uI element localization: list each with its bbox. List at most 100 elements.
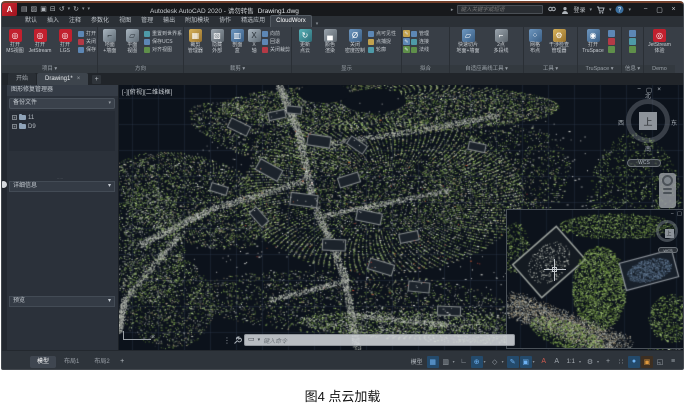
- restore-button[interactable]: ▢: [653, 4, 666, 15]
- truspace-follow-icon[interactable]: [608, 46, 615, 53]
- polar-tracking-toggle[interactable]: ⊕: [471, 356, 483, 368]
- viewport-close-icon[interactable]: ×: [657, 86, 661, 94]
- command-line-bar[interactable]: ⋮ ▭ ▾ 键入命令: [223, 333, 515, 347]
- ortho-mode-toggle[interactable]: ∟: [458, 356, 470, 368]
- command-history-icon[interactable]: ▭: [248, 335, 255, 345]
- workspace-switching-button[interactable]: ⚙: [584, 356, 596, 368]
- panel-label-tools[interactable]: 工具 ▾: [524, 65, 577, 73]
- clean-screen-button[interactable]: ◱: [654, 356, 666, 368]
- redo-dropdown-icon[interactable]: ▾: [82, 3, 85, 16]
- panel-label-clip[interactable]: 裁剪 ▾: [184, 65, 291, 73]
- panel-label-display[interactable]: 显示: [292, 65, 401, 73]
- help-icon[interactable]: ?: [615, 5, 624, 14]
- contour-button[interactable]: 轮廓: [368, 46, 396, 53]
- viewcube-west[interactable]: 西: [618, 118, 624, 127]
- search-input[interactable]: [457, 5, 543, 14]
- wcs-dropdown[interactable]: WCS: [627, 159, 661, 167]
- info-about-icon[interactable]: [629, 30, 636, 37]
- annotation-autoscale-toggle[interactable]: A: [551, 356, 563, 368]
- file-tab-drawing1[interactable]: Drawing1*×: [37, 73, 88, 85]
- quick-slice-button[interactable]: ▱快速切片 地面+墙面: [451, 29, 485, 54]
- scale-dropdown-icon[interactable]: ▾: [579, 359, 583, 364]
- workspace-dropdown-icon[interactable]: ▾: [597, 359, 601, 364]
- panel-label-fit[interactable]: 拟合: [402, 65, 449, 73]
- zoom-icon[interactable]: [663, 192, 672, 194]
- app-store-cart-icon[interactable]: [596, 5, 605, 14]
- undo-dropdown-icon[interactable]: ▾: [68, 3, 71, 16]
- fit-manage-button[interactable]: 管理: [411, 30, 429, 37]
- expand-icon[interactable]: +: [12, 124, 17, 129]
- quick-properties-toggle[interactable]: ●: [628, 356, 640, 368]
- redo-icon[interactable]: ↻: [73, 3, 79, 16]
- regenerate-cloud-button[interactable]: ↻更新 点云: [293, 29, 317, 54]
- annotation-scale-button[interactable]: 1:1: [564, 359, 578, 365]
- viewcube-top-face[interactable]: 上: [639, 112, 657, 130]
- steering-wheel-icon[interactable]: [662, 175, 673, 186]
- slice-back-button[interactable]: 回退: [262, 38, 290, 45]
- grid-points-button[interactable]: ⁘网格 布点: [525, 29, 545, 54]
- point-visibility-button[interactable]: 点可见性: [368, 30, 396, 37]
- open-jetstream-button[interactable]: ◎打开 JetStream: [28, 29, 52, 54]
- model-space-toggle[interactable]: 模型: [408, 357, 426, 366]
- isolate-objects-button[interactable]: ▣: [641, 356, 653, 368]
- apps-dropdown-icon[interactable]: ▾: [609, 7, 612, 13]
- fit-normal-icon[interactable]: ✎: [403, 46, 410, 53]
- isodraft-dropdown-icon[interactable]: ▾: [502, 359, 506, 364]
- tab-view[interactable]: 视图: [114, 16, 136, 27]
- object-snap-toggle[interactable]: ▣: [520, 356, 532, 368]
- panel-label-project[interactable]: 项目 ▾: [2, 65, 97, 73]
- hide-outside-button[interactable]: ▧隐藏 外部: [207, 29, 228, 54]
- customize-wrench-icon[interactable]: [233, 336, 242, 345]
- color-render-button[interactable]: ▄颜色 渲染: [318, 29, 342, 54]
- panel-label-demo[interactable]: Demo: [644, 65, 675, 73]
- file-tab-close-icon[interactable]: ×: [77, 76, 81, 82]
- open-truspace-button[interactable]: ◉打开 TruSpace: [579, 29, 607, 54]
- palette-grab-bar[interactable]: [2, 85, 7, 350]
- two-point-polyline-button[interactable]: ⌐2点 多段线: [486, 29, 516, 54]
- new-layout-button[interactable]: +: [118, 357, 127, 366]
- plan-view-button[interactable]: ▱平面 视图: [121, 29, 142, 54]
- viewport-minimize-icon[interactable]: −: [637, 86, 641, 94]
- annotation-visibility-toggle[interactable]: A: [538, 356, 550, 368]
- tab-insert[interactable]: 插入: [42, 16, 64, 27]
- density-control-button[interactable]: Ø关闭 密度控制: [343, 29, 367, 54]
- info-help-icon[interactable]: [629, 38, 636, 45]
- panel-label-truspace[interactable]: TruSpace ▾: [578, 65, 621, 73]
- command-input[interactable]: ▭ ▾ 键入命令: [244, 334, 515, 346]
- tab-manage[interactable]: 管理: [136, 16, 158, 27]
- fit-normals-button[interactable]: 法线: [411, 46, 429, 53]
- slice-box-button[interactable]: ▥剖面 盒: [228, 29, 246, 54]
- osnap-dropdown-icon[interactable]: ▾: [533, 359, 537, 364]
- search-collapse-icon[interactable]: ▸: [451, 7, 454, 13]
- layout-tab-layout2[interactable]: 布局2: [87, 356, 116, 368]
- ground-wall-button[interactable]: ⌐地面 +墙面: [99, 29, 120, 54]
- annotation-monitor-button[interactable]: +: [602, 356, 614, 368]
- plot-icon[interactable]: ⊟: [50, 3, 56, 16]
- open-file-icon[interactable]: ▨: [31, 3, 38, 16]
- new-file-icon[interactable]: ▤: [21, 3, 28, 16]
- tree-node-11[interactable]: +11: [9, 113, 115, 122]
- navigation-bar[interactable]: [659, 173, 676, 208]
- jetstream-demo-button[interactable]: ◎JetStream 体验: [645, 29, 674, 54]
- snap-dropdown-icon[interactable]: ▾: [453, 359, 457, 364]
- tab-parametric[interactable]: 参数化: [86, 16, 114, 27]
- layout-tab-layout1[interactable]: 布局1: [57, 356, 86, 368]
- tree-node-d9[interactable]: +D9: [9, 122, 115, 131]
- grid-display-toggle[interactable]: ▦: [427, 356, 439, 368]
- preview-section-header[interactable]: 预览▾: [9, 296, 115, 307]
- panel-label-polyline-tools[interactable]: 自适应画线工具 ▾: [450, 65, 523, 73]
- expand-icon[interactable]: +: [12, 115, 17, 120]
- viewport-controls-label[interactable]: [-][俯视][二维线框]: [122, 87, 173, 96]
- clash-manager-button[interactable]: ⚙干涉检查 管理器: [546, 29, 572, 54]
- info-web-icon[interactable]: [629, 46, 636, 53]
- fit-polyline-icon[interactable]: ✎: [403, 38, 410, 45]
- backup-files-dropdown[interactable]: 备份文件▾: [9, 98, 115, 109]
- model-space-viewport[interactable]: [-][俯视][二维线框] − ▢ × 上 北 南 西 东 WCS: [119, 85, 683, 350]
- project-open-button[interactable]: 打开: [78, 30, 96, 37]
- viewcube-north[interactable]: 北: [645, 91, 651, 100]
- undo-icon[interactable]: ↺: [59, 3, 65, 16]
- minimize-button[interactable]: −: [639, 4, 652, 15]
- open-msview-button[interactable]: ◎打开 MS视图: [3, 29, 27, 54]
- clip-manager-button[interactable]: ▦裁剪 管理器: [185, 29, 206, 54]
- sign-in-link[interactable]: 登录: [573, 5, 585, 14]
